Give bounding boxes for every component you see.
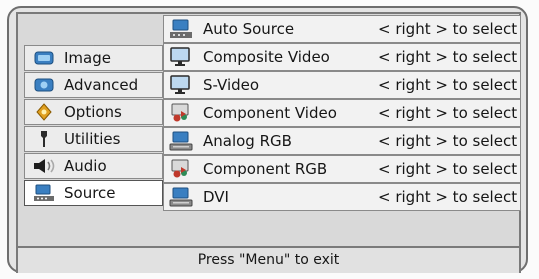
nav-item-options[interactable]: Options bbox=[24, 99, 163, 125]
option-label: S-Video bbox=[203, 76, 260, 94]
nav-item-label: Options bbox=[64, 103, 122, 121]
source-option-component-video[interactable]: Component Video < right > to select bbox=[163, 99, 521, 127]
utilities-icon bbox=[33, 130, 55, 148]
select-hint: < right > to select bbox=[378, 132, 518, 150]
options-icon bbox=[33, 103, 55, 121]
source-option-analog-rgb[interactable]: Analog RGB < right > to select bbox=[163, 127, 521, 155]
nav-item-advanced[interactable]: Advanced bbox=[24, 72, 163, 98]
monitor-icon bbox=[167, 74, 195, 96]
select-hint: < right > to select bbox=[378, 76, 518, 94]
nav-item-label: Source bbox=[64, 184, 116, 202]
exit-hint-bar: Press "Menu" to exit bbox=[16, 248, 521, 273]
source-icon bbox=[33, 184, 55, 202]
nav-item-label: Advanced bbox=[64, 76, 139, 94]
auto-source-icon bbox=[167, 18, 195, 40]
option-label: Component Video bbox=[203, 104, 337, 122]
nav-item-utilities[interactable]: Utilities bbox=[24, 126, 163, 152]
select-hint: < right > to select bbox=[378, 160, 518, 178]
source-option-dvi[interactable]: DVI < right > to select bbox=[163, 183, 521, 211]
advanced-icon bbox=[33, 76, 55, 94]
select-hint: < right > to select bbox=[378, 188, 518, 206]
nav-item-audio[interactable]: Audio bbox=[24, 153, 163, 179]
option-label: DVI bbox=[203, 188, 229, 206]
nav-item-source[interactable]: Source bbox=[24, 180, 163, 206]
source-option-component-rgb[interactable]: Component RGB < right > to select bbox=[163, 155, 521, 183]
option-label: Composite Video bbox=[203, 48, 330, 66]
select-hint: < right > to select bbox=[378, 104, 518, 122]
component-icon bbox=[167, 102, 195, 124]
select-hint: < right > to select bbox=[378, 20, 518, 38]
nav-item-image[interactable]: Image bbox=[24, 45, 163, 71]
nav-item-label: Utilities bbox=[64, 130, 121, 148]
monitor-icon bbox=[167, 46, 195, 68]
nav-item-label: Image bbox=[64, 49, 111, 67]
source-option-auto-source[interactable]: Auto Source < right > to select bbox=[163, 15, 521, 43]
computer-icon bbox=[167, 186, 195, 208]
source-option-composite-video[interactable]: Composite Video < right > to select bbox=[163, 43, 521, 71]
option-label: Analog RGB bbox=[203, 132, 292, 150]
nav-item-label: Audio bbox=[64, 157, 107, 175]
select-hint: < right > to select bbox=[378, 48, 518, 66]
speaker-icon bbox=[33, 157, 55, 175]
exit-hint-text: Press "Menu" to exit bbox=[197, 252, 340, 268]
source-option-s-video[interactable]: S-Video < right > to select bbox=[163, 71, 521, 99]
option-label: Auto Source bbox=[203, 20, 295, 38]
option-label: Component RGB bbox=[203, 160, 328, 178]
computer-icon bbox=[167, 130, 195, 152]
image-icon bbox=[33, 49, 55, 67]
component-icon bbox=[167, 158, 195, 180]
